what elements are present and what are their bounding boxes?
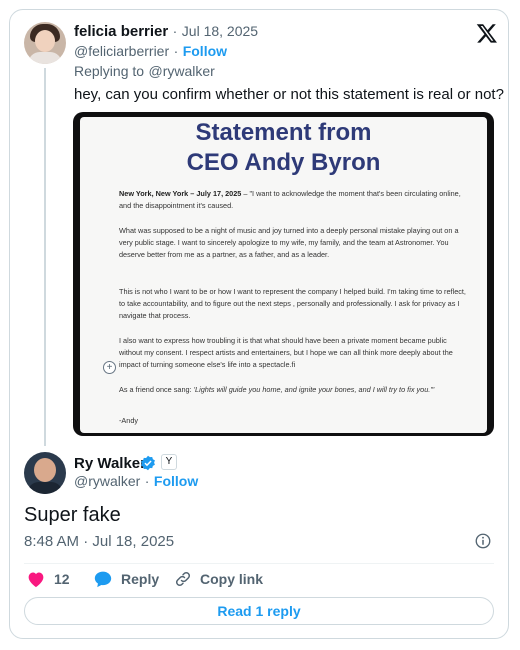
affiliate-badge[interactable]: Y — [161, 454, 177, 470]
statement-image[interactable]: Statement from CEO Andy Byron New York, … — [73, 112, 494, 436]
tweet1-date[interactable]: Jul 18, 2025 — [182, 23, 258, 39]
follow-button-ry[interactable]: Follow — [154, 473, 198, 489]
like-action[interactable]: 12 — [26, 570, 70, 588]
follow-sep-2: · — [144, 473, 150, 489]
tweet1-handle-row: @feliciarberrier · Follow — [74, 43, 227, 61]
tweet1-text: hey, can you confirm whether or not this… — [74, 86, 504, 103]
x-logo-icon[interactable] — [476, 22, 498, 44]
read-replies-button[interactable]: Read 1 reply — [24, 597, 494, 625]
statement-title-line2: CEO Andy Byron — [186, 149, 381, 176]
handle-rywalker[interactable]: @rywalker — [74, 473, 140, 489]
tweet2-timestamp[interactable]: 8:48 AM · Jul 18, 2025 — [24, 533, 174, 550]
link-icon — [175, 571, 191, 587]
statement-p5-quote: 'Lights will guide you home, and ignite … — [193, 385, 435, 394]
statement-title-line1: Statement from — [195, 119, 372, 146]
statement-signoff: -Andy — [119, 416, 139, 425]
copy-link-action[interactable]: Copy link — [174, 570, 263, 588]
statement-paper: Statement from CEO Andy Byron New York, … — [80, 117, 487, 433]
statement-paragraph-4: I also want to express how troubling it … — [119, 336, 453, 370]
avatar-ry-walker[interactable] — [24, 452, 66, 494]
verified-badge-icon — [141, 455, 155, 471]
statement-paragraph-1: New York, New York – July 17, 2025 – "I … — [119, 188, 469, 212]
follow-button-felicia[interactable]: Follow — [183, 43, 227, 59]
thread-line — [44, 68, 46, 446]
statement-paragraph-5: As a friend once sang: 'Lights will guid… — [119, 384, 469, 396]
statement-paragraph-3: This is not who I want to be or how I wa… — [119, 287, 466, 321]
avatar-felicia[interactable] — [24, 22, 66, 64]
statement-paragraph-2: What was supposed to be a night of music… — [119, 226, 459, 260]
like-count: 12 — [54, 571, 70, 587]
author-name-felicia[interactable]: felicia berrier — [74, 23, 168, 40]
copy-link-label: Copy link — [200, 571, 264, 587]
divider — [24, 563, 494, 564]
author-name-ry[interactable]: Ry Walker — [74, 455, 146, 472]
tweet2-text: Super fake — [24, 504, 121, 526]
heart-icon — [28, 572, 44, 588]
follow-sep: · — [173, 43, 179, 59]
info-icon[interactable] — [474, 532, 492, 550]
reply-label: Reply — [121, 571, 160, 587]
reply-action[interactable]: Reply — [93, 570, 159, 588]
replying-handle[interactable]: @rywalker — [149, 63, 215, 79]
plus-circle-icon[interactable]: + — [103, 361, 116, 374]
statement-p5-lead: As a friend once sang: — [119, 385, 194, 394]
tweet2-handle-row: @rywalker · Follow — [74, 473, 198, 491]
handle-felicia[interactable]: @feliciarberrier — [74, 43, 169, 59]
replying-prefix: Replying to — [74, 63, 145, 79]
speech-bubble-icon — [94, 571, 112, 588]
replying-to: Replying to @rywalker — [74, 63, 215, 81]
tweet1-header: felicia berrier · Jul 18, 2025 — [74, 23, 258, 41]
statement-dateline: New York, New York – July 17, 2025 — [119, 189, 242, 198]
date-sep: · — [172, 23, 178, 39]
